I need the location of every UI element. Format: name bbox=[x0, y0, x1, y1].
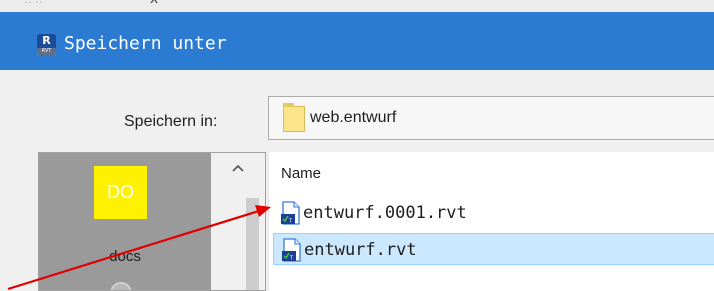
window-title: Speichern unter bbox=[64, 33, 227, 54]
title-bar[interactable]: R RVT Speichern unter bbox=[0, 12, 714, 70]
revit-app-icon: R RVT bbox=[37, 34, 56, 55]
scroll-thumb[interactable] bbox=[246, 198, 259, 290]
background-close-icon[interactable]: x bbox=[150, 0, 158, 7]
file-row-selected[interactable]: T entwurf.rvt bbox=[273, 233, 714, 265]
file-name: entwurf.rvt bbox=[304, 240, 417, 260]
folder-icon bbox=[283, 103, 305, 132]
save-in-folder-dropdown[interactable]: web.entwurf bbox=[268, 96, 714, 140]
rvt-file-icon: T bbox=[282, 238, 301, 262]
save-dialog-body: Speichern in: web.entwurf DO docs Name T… bbox=[0, 70, 714, 291]
chevron-up-icon bbox=[232, 164, 244, 172]
app-icon-letter: R bbox=[37, 34, 56, 48]
file-name: entwurf.0001.rvt bbox=[303, 203, 467, 223]
place-item-docs-icon[interactable]: DO bbox=[94, 166, 147, 219]
rvt-file-icon: T bbox=[281, 201, 300, 225]
current-folder-name: web.entwurf bbox=[310, 109, 397, 126]
places-list: DO docs bbox=[39, 153, 211, 290]
app-icon-caption: RVT bbox=[37, 48, 56, 55]
place-item-docs-label[interactable]: docs bbox=[39, 247, 211, 267]
file-list: Name T entwurf.0001.rvt T entwurf.rvt bbox=[268, 152, 714, 291]
places-scrollbar[interactable] bbox=[211, 153, 265, 290]
background-window-strip: ‥‥ x bbox=[0, 0, 714, 12]
save-in-label: Speichern in: bbox=[124, 113, 218, 130]
column-header-name[interactable]: Name bbox=[281, 164, 321, 184]
scroll-up-arrow-icon[interactable] bbox=[211, 153, 265, 183]
background-window-text: ‥‥ bbox=[24, 0, 46, 6]
file-row[interactable]: T entwurf.0001.rvt bbox=[273, 197, 714, 229]
place-item-next-icon[interactable] bbox=[110, 282, 132, 290]
places-bar: DO docs bbox=[38, 152, 266, 291]
